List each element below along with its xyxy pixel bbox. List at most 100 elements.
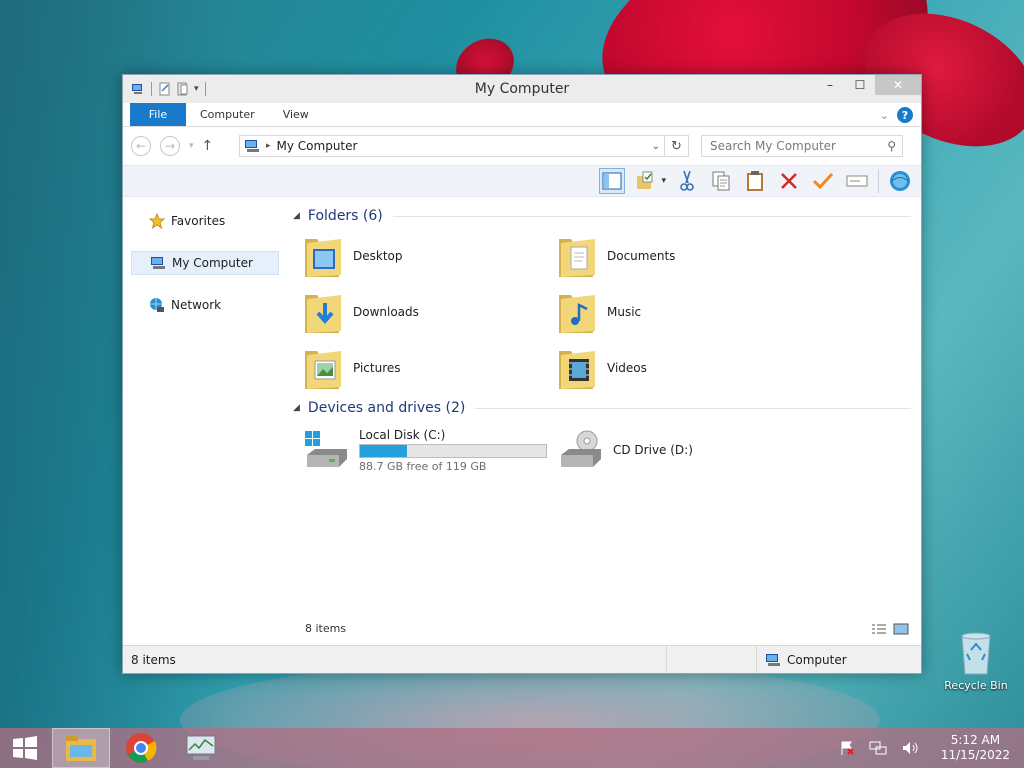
- quick-access-toolbar: ▾: [123, 82, 208, 96]
- folder-name: Documents: [607, 249, 676, 263]
- clock-date: 11/15/2022: [940, 748, 1010, 762]
- apply-button[interactable]: [810, 168, 836, 194]
- content-pane: ◢ Folders (6) Desktop Documents Download…: [283, 197, 921, 645]
- nav-item-favorites[interactable]: Favorites: [131, 209, 279, 233]
- taskbar-chrome[interactable]: [112, 728, 170, 768]
- close-button[interactable]: ✕: [875, 75, 921, 95]
- search-input[interactable]: Search My Computer ⚲: [701, 135, 903, 157]
- paste-button[interactable]: [742, 168, 768, 194]
- expand-ribbon-icon[interactable]: ⌄: [880, 109, 889, 122]
- clock[interactable]: 5:12 AM 11/15/2022: [941, 733, 1010, 763]
- drive-info: CD Drive (D:): [613, 443, 693, 457]
- ribbon-tabs: File Computer View ⌄ ?: [123, 103, 921, 127]
- nav-label: Network: [171, 298, 222, 312]
- network-status-icon[interactable]: [869, 740, 887, 756]
- recent-locations-icon[interactable]: ▾: [189, 141, 194, 151]
- drive-local-disk-c[interactable]: Local Disk (C:) 88.7 GB free of 119 GB: [303, 425, 557, 475]
- new-folder-icon[interactable]: [176, 82, 190, 96]
- drive-free-space: 88.7 GB free of 119 GB: [359, 459, 487, 473]
- qat-dropdown-icon[interactable]: ▾: [194, 84, 199, 94]
- globe-icon: [890, 171, 910, 191]
- clock-time: 5:12 AM: [950, 733, 1001, 747]
- nav-item-network[interactable]: Network: [131, 293, 279, 317]
- taskbar-file-explorer[interactable]: [52, 728, 110, 768]
- folders-group-header[interactable]: ◢ Folders (6): [293, 205, 911, 227]
- taskbar: 5:12 AM 11/15/2022: [0, 728, 1024, 768]
- folder-check-icon: [637, 171, 653, 189]
- folder-music[interactable]: Music: [557, 287, 811, 337]
- computer-icon: [245, 140, 259, 152]
- system-tray: 5:12 AM 11/15/2022: [839, 728, 1010, 768]
- folder-name: Music: [607, 305, 642, 319]
- forward-button[interactable]: →: [160, 136, 180, 156]
- explorer-body: Favorites My Computer Network ◢ Folders …: [123, 197, 921, 645]
- pictures-folder-icon: [305, 351, 341, 389]
- folder-name: Downloads: [353, 305, 419, 319]
- drives-group-header[interactable]: ◢ Devices and drives (2): [293, 397, 911, 419]
- breadcrumb[interactable]: My Computer: [277, 139, 358, 153]
- explorer-window: ▾ My Computer – ☐ ✕ File Computer View ⌄…: [122, 74, 922, 674]
- refresh-button[interactable]: ↻: [664, 136, 688, 156]
- address-bar[interactable]: ▸ My Computer ⌄ ↻: [239, 135, 689, 157]
- folder-documents[interactable]: Documents: [557, 231, 811, 281]
- window-controls: – ☐ ✕: [815, 75, 921, 95]
- delete-button[interactable]: [776, 168, 802, 194]
- computer-icon: [766, 653, 780, 666]
- select-all-button[interactable]: [633, 168, 659, 194]
- back-button[interactable]: ←: [131, 136, 151, 156]
- search-icon[interactable]: ⚲: [887, 139, 896, 153]
- rename-button[interactable]: [844, 168, 870, 194]
- cut-button[interactable]: [674, 168, 700, 194]
- folder-videos[interactable]: Videos: [557, 343, 811, 393]
- start-button[interactable]: [0, 728, 50, 768]
- status-items: 8 items: [123, 646, 667, 673]
- volume-icon[interactable]: [901, 740, 919, 756]
- drive-usage-fill: [360, 444, 408, 457]
- folder-name: Videos: [607, 361, 647, 375]
- large-icons-view-icon[interactable]: [893, 623, 909, 635]
- address-dropdown-icon[interactable]: ⌄: [652, 141, 660, 152]
- pane-layout-icon: [602, 172, 622, 190]
- title-bar[interactable]: ▾ My Computer – ☐ ✕: [123, 75, 921, 103]
- breadcrumb-chevron-icon[interactable]: ▸: [266, 141, 271, 151]
- preview-pane-button[interactable]: [599, 168, 626, 194]
- videos-folder-icon: [559, 351, 595, 389]
- drive-usage-bar: [359, 443, 547, 458]
- help-icon[interactable]: ?: [897, 107, 913, 123]
- up-button[interactable]: ↑: [202, 138, 214, 154]
- copy-button[interactable]: [708, 168, 734, 194]
- status-location: Computer: [757, 653, 847, 667]
- ribbon-right: ⌄ ?: [880, 107, 913, 123]
- address-row: ← → ▾ ↑ ▸ My Computer ⌄ ↻ Search My Comp…: [123, 127, 921, 165]
- nav-item-my-computer[interactable]: My Computer: [131, 251, 279, 275]
- details-view-icon[interactable]: [871, 623, 887, 635]
- properties-icon[interactable]: [158, 82, 172, 96]
- tab-file[interactable]: File: [130, 103, 186, 126]
- layout-dropdown-icon[interactable]: ▾: [661, 176, 666, 186]
- folder-downloads[interactable]: Downloads: [303, 287, 557, 337]
- action-center-flag-icon[interactable]: [839, 740, 855, 756]
- minimize-button[interactable]: –: [815, 75, 845, 95]
- collapse-triangle-icon[interactable]: ◢: [293, 211, 300, 221]
- group-title: Folders (6): [307, 208, 383, 224]
- scissors-icon: [680, 170, 694, 191]
- windows-logo-icon: [13, 736, 37, 760]
- folder-pictures[interactable]: Pictures: [303, 343, 557, 393]
- computer-icon[interactable]: [131, 82, 145, 96]
- drive-cd-d[interactable]: CD Drive (D:): [557, 425, 811, 475]
- tab-computer[interactable]: Computer: [186, 103, 269, 126]
- downloads-folder-icon: [305, 295, 341, 333]
- collapse-triangle-icon[interactable]: ◢: [293, 403, 300, 413]
- checkmark-icon: [812, 172, 834, 190]
- taskbar-task-manager[interactable]: [172, 728, 230, 768]
- view-switcher: [871, 623, 909, 635]
- qat-separator: [151, 82, 152, 96]
- tab-view[interactable]: View: [269, 103, 323, 126]
- folder-desktop[interactable]: Desktop: [303, 231, 557, 281]
- group-title: Devices and drives (2): [307, 400, 466, 416]
- group-divider: [475, 407, 911, 409]
- shell-button[interactable]: [887, 168, 913, 194]
- maximize-button[interactable]: ☐: [845, 75, 875, 95]
- folder-name: Pictures: [353, 361, 401, 375]
- recycle-bin[interactable]: Recycle Bin: [940, 630, 1012, 692]
